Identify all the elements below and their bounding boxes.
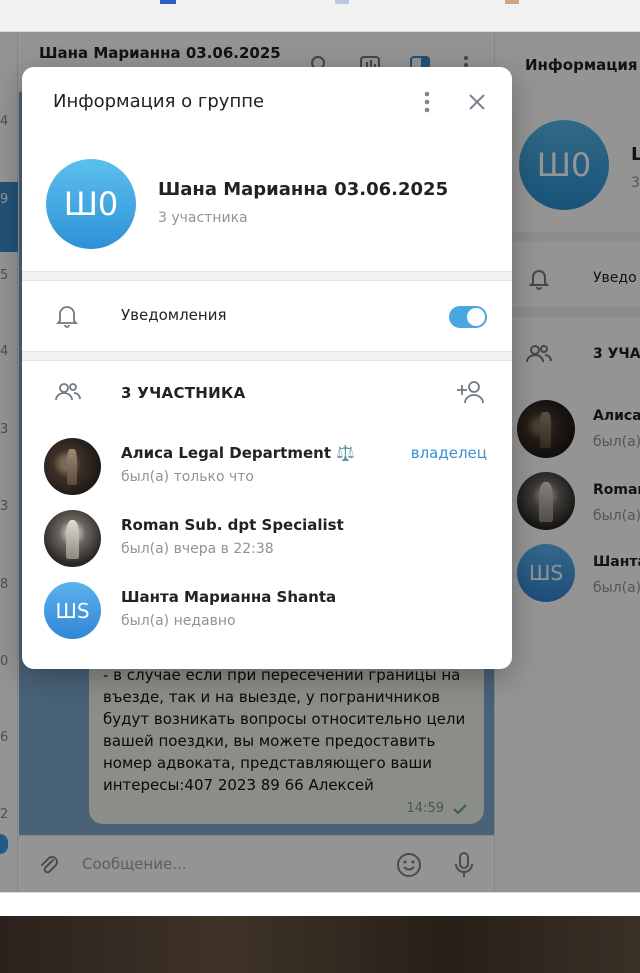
member-status: был(а) вчера в 22:38 bbox=[121, 541, 274, 557]
member-avatar bbox=[44, 438, 101, 495]
group-avatar[interactable]: Ш0 bbox=[46, 159, 136, 249]
group-name: Шана Марианна 03.06.2025 bbox=[158, 179, 449, 200]
tab-marker bbox=[160, 0, 176, 4]
member-avatar: ШS bbox=[44, 582, 101, 639]
background-photo-strip bbox=[0, 916, 640, 973]
member-status: был(а) только что bbox=[121, 469, 254, 485]
group-member-count: 3 участника bbox=[158, 210, 248, 226]
taskbar-strip bbox=[0, 892, 640, 916]
members-icon bbox=[55, 383, 81, 401]
close-icon[interactable] bbox=[464, 89, 490, 115]
member-name: Roman Sub. dpt Specialist bbox=[121, 516, 344, 534]
member-name: Алиса Legal Department ⚖️ bbox=[121, 444, 355, 462]
member-row[interactable]: Roman Sub. dpt Specialist был(а) вчера в… bbox=[22, 506, 512, 574]
bell-icon bbox=[55, 306, 79, 328]
notifications-toggle[interactable] bbox=[449, 306, 487, 328]
member-row[interactable]: ШS Шанта Марианна Shanta был(а) недавно bbox=[22, 578, 512, 646]
browser-top-strip bbox=[0, 0, 640, 32]
member-role-badge: владелец bbox=[410, 444, 487, 462]
dialog-title: Информация о группе bbox=[53, 91, 265, 112]
member-name: Шанта Марианна Shanta bbox=[121, 588, 337, 606]
more-vertical-icon[interactable] bbox=[417, 89, 437, 115]
section-divider bbox=[22, 351, 512, 361]
toggle-knob bbox=[467, 308, 485, 326]
member-row[interactable]: Алиса Legal Department ⚖️ был(а) только … bbox=[22, 434, 512, 502]
member-avatar bbox=[44, 510, 101, 567]
notifications-label: Уведомления bbox=[121, 306, 227, 324]
members-header: 3 УЧАСТНИКА bbox=[121, 384, 246, 402]
tab-marker bbox=[505, 0, 519, 4]
notifications-row[interactable]: Уведомления bbox=[22, 281, 512, 351]
section-divider bbox=[22, 271, 512, 281]
add-member-icon[interactable] bbox=[456, 379, 486, 405]
tab-marker bbox=[335, 0, 349, 4]
member-status: был(а) недавно bbox=[121, 613, 236, 629]
group-info-dialog: Информация о группе Ш0 Шана Марианна 03.… bbox=[22, 67, 512, 669]
